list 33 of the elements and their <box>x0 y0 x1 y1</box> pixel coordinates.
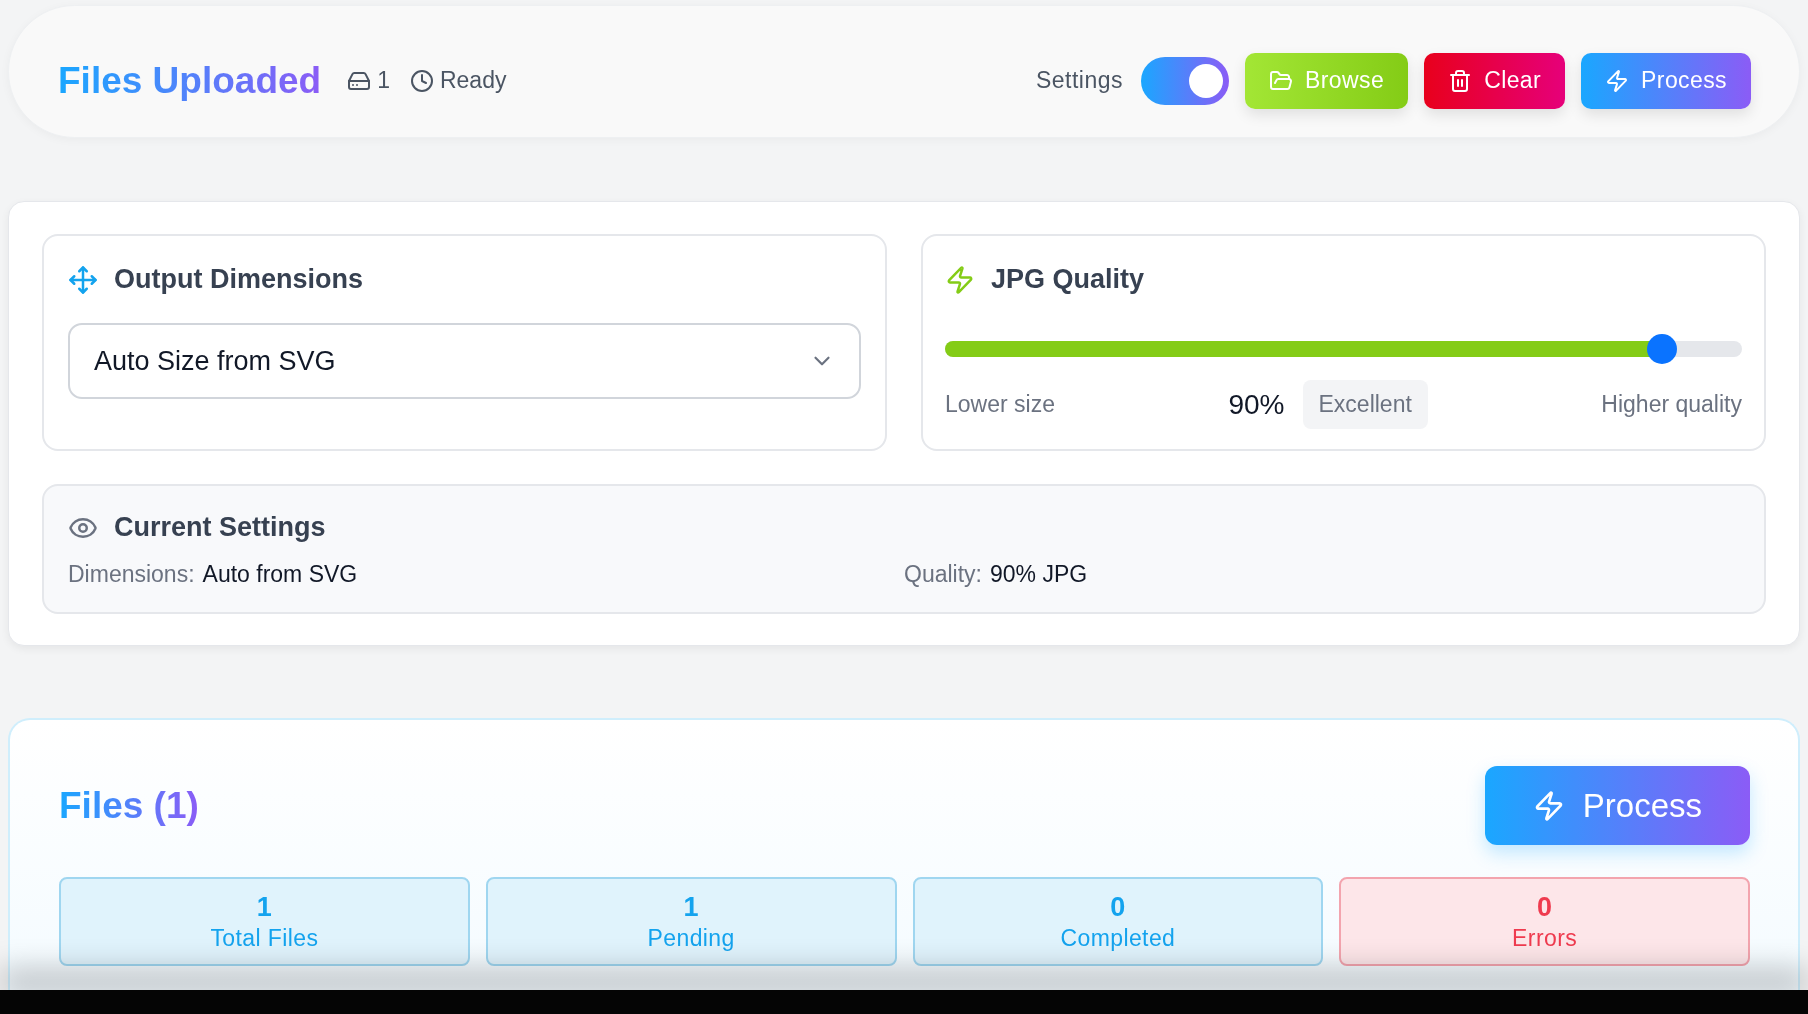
setting-summary: Quality: 90% JPG <box>904 561 1089 588</box>
status-text: Ready <box>439 67 507 94</box>
stat-label: Errors <box>1512 924 1578 952</box>
clear-button[interactable]: Clear <box>1424 52 1566 109</box>
setting-summary: Dimensions: Auto from SVG <box>68 561 359 588</box>
stat-label: Pending <box>647 924 735 952</box>
dimensions-select[interactable]: Auto Size from SVG <box>68 323 861 399</box>
trash-icon <box>1448 68 1473 93</box>
settings-label: Settings <box>1035 67 1124 94</box>
max-label: Higher quality <box>1601 391 1742 418</box>
folder-icon <box>1269 68 1294 93</box>
move-arrows-icon <box>68 264 98 295</box>
card-title: Output Dimensions <box>114 264 363 295</box>
quality-value: 90% <box>1228 388 1285 421</box>
lightning-icon <box>1605 68 1630 93</box>
file-count: 1 <box>377 67 390 94</box>
quality-rating: Excellent <box>1302 380 1428 429</box>
stat-value: 0 <box>1110 891 1126 923</box>
stat-value: 1 <box>256 891 272 923</box>
stat-label: Total Files <box>210 924 319 952</box>
card-title: Current Settings <box>114 512 326 543</box>
stat-value: 0 <box>1537 891 1553 923</box>
card-title: JPG Quality <box>991 264 1145 295</box>
quality-slider[interactable] <box>945 334 1742 364</box>
clock-icon <box>409 68 434 93</box>
stat-label: Completed <box>1060 924 1176 952</box>
settings-toggle[interactable] <box>1141 56 1230 105</box>
lightning-icon <box>945 264 975 295</box>
process-button[interactable]: Process <box>1581 52 1751 109</box>
quality-slider-thumb[interactable] <box>1647 334 1678 364</box>
process-button[interactable]: Process <box>1484 766 1750 845</box>
min-label: Lower size <box>945 391 1055 418</box>
stat-value: 1 <box>683 891 699 923</box>
